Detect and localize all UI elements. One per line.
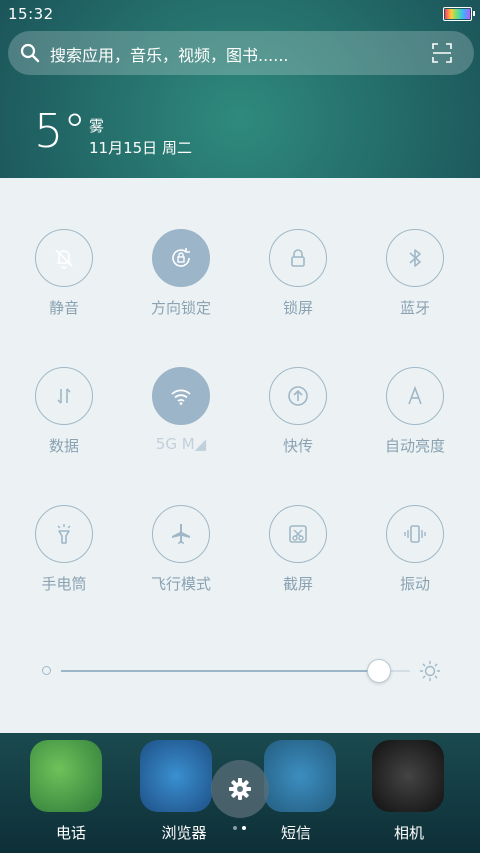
tile-screenshot-button[interactable] [269, 505, 327, 563]
page-dot [242, 826, 246, 830]
dock-label-phone: 电话 [55, 824, 86, 842]
tile-wifi-toggle[interactable] [152, 367, 210, 425]
brightness-high-icon [419, 660, 441, 682]
tile-rotation-lock-label: 方向锁定 [150, 299, 211, 317]
brightness-slider-fill [61, 670, 379, 672]
tile-wifi-network-name: 5G M◢ [155, 435, 207, 453]
tile-vibrate-label: 振动 [399, 575, 430, 593]
tile-mute-label: 静音 [48, 299, 79, 317]
tile-screenshot-label: 截屏 [282, 575, 313, 593]
status-bar: 15:32 [0, 0, 480, 28]
phone-app-icon[interactable] [30, 740, 102, 812]
screenshot-icon [289, 525, 307, 543]
tile-flashlight-toggle[interactable] [35, 505, 93, 563]
lock-icon [291, 249, 305, 267]
vibrate-icon [404, 525, 426, 543]
status-time: 15:32 [8, 5, 54, 23]
rotation-lock-icon [172, 248, 190, 267]
wifi-icon [171, 389, 191, 405]
camera-app-icon[interactable] [372, 740, 444, 812]
page-dot [233, 826, 237, 830]
tile-vibrate-toggle[interactable] [386, 505, 444, 563]
tile-mobile-data[interactable]: 数据 [9, 367, 119, 477]
brightness-slider-thumb[interactable] [367, 659, 391, 683]
tile-bluetooth[interactable]: 蓝牙 [360, 229, 470, 339]
weather-date: 11月15日 周二 [89, 139, 192, 157]
tile-flashlight[interactable]: 手电筒 [9, 505, 119, 615]
tile-auto-brightness-toggle[interactable] [386, 367, 444, 425]
bluetooth-icon [409, 249, 421, 267]
tile-mute-toggle[interactable] [35, 229, 93, 287]
quick-transfer-icon [288, 386, 308, 406]
messages-app-icon[interactable] [264, 740, 336, 812]
tile-wifi[interactable]: 5G M◢ [126, 367, 236, 477]
tile-flashlight-label: 手电筒 [41, 575, 87, 593]
weather-temperature: 5° [34, 104, 87, 158]
tile-mobile-data-label: 数据 [48, 437, 79, 455]
tile-airplane-mode-toggle[interactable] [152, 505, 210, 563]
page-indicator [231, 826, 251, 832]
gear-icon [229, 778, 251, 800]
data-arrows-icon [57, 388, 71, 404]
bell-muted-icon [55, 249, 73, 269]
tile-bluetooth-toggle[interactable] [386, 229, 444, 287]
tile-quick-transfer-label: 快传 [282, 437, 313, 455]
dock-label-camera: 相机 [393, 824, 424, 842]
browser-app-icon[interactable] [140, 740, 212, 812]
brightness-slider[interactable] [61, 659, 410, 683]
search-bar[interactable]: 搜索应用，音乐，视频，图书...... [8, 31, 474, 75]
tile-screenshot[interactable]: 截屏 [243, 505, 353, 615]
tile-lock-screen-label: 锁屏 [282, 299, 313, 317]
tile-auto-brightness-label: 自动亮度 [384, 437, 445, 455]
tile-vibrate[interactable]: 振动 [360, 505, 470, 615]
flashlight-icon [57, 524, 71, 544]
tile-lock-screen[interactable]: 锁屏 [243, 229, 353, 339]
tile-airplane-mode[interactable]: 飞行模式 [126, 505, 236, 615]
dock-label-browser: 浏览器 [161, 824, 207, 842]
tile-quick-transfer[interactable]: 快传 [243, 367, 353, 477]
brightness-low-icon [42, 666, 51, 675]
dock-label-messages: 短信 [280, 824, 311, 842]
search-placeholder: 搜索应用，音乐，视频，图书...... [50, 46, 289, 65]
tile-auto-brightness[interactable]: 自动亮度 [360, 367, 470, 477]
tile-quick-transfer-button[interactable] [269, 367, 327, 425]
battery-icon [443, 7, 475, 21]
weather-condition: 雾 [89, 117, 105, 135]
tile-rotation-lock[interactable]: 方向锁定 [126, 229, 236, 339]
auto-brightness-icon [408, 385, 422, 405]
tile-airplane-mode-label: 飞行模式 [150, 575, 211, 593]
quick-settings-panel: 静音 方向锁定 锁屏 蓝牙 数据 5G M◢ 快传 自动亮度 手电筒 飞行模式 … [0, 178, 480, 733]
settings-button[interactable] [211, 760, 269, 818]
tile-lock-screen-button[interactable] [269, 229, 327, 287]
scan-icon[interactable] [432, 43, 452, 63]
search-icon [20, 43, 40, 63]
tile-mute[interactable]: 静音 [9, 229, 119, 339]
tile-mobile-data-toggle[interactable] [35, 367, 93, 425]
tile-bluetooth-label: 蓝牙 [399, 299, 430, 317]
tile-rotation-lock-toggle[interactable] [152, 229, 210, 287]
airplane-icon [172, 524, 190, 544]
